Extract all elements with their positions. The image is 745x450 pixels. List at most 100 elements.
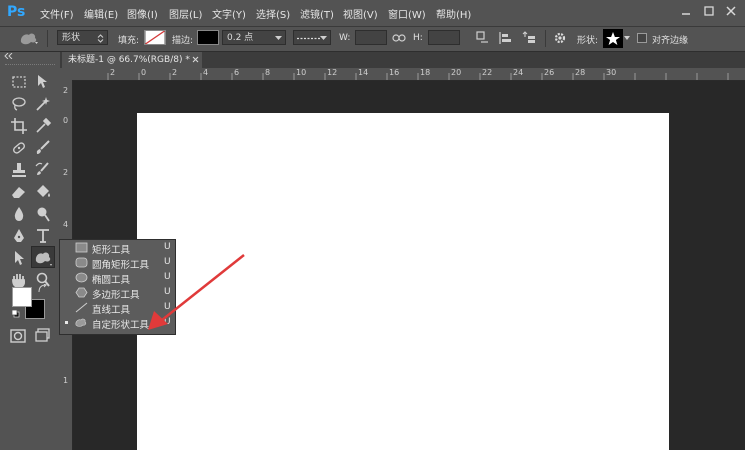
link-icon[interactable] bbox=[392, 32, 406, 44]
polygon-icon bbox=[75, 287, 88, 298]
spot-healing-brush-icon[interactable] bbox=[9, 138, 29, 158]
menu-type[interactable]: 文字(Y) bbox=[212, 6, 246, 21]
custom-shape-tool-preset-icon[interactable] bbox=[18, 30, 40, 47]
ruler-label: 20 bbox=[451, 68, 462, 77]
document-tab[interactable]: 未标题-1 @ 66.7%(RGB/8) * bbox=[62, 52, 202, 68]
ruler-label: 14 bbox=[358, 68, 369, 77]
star-shape-picker[interactable] bbox=[603, 29, 623, 48]
paint-bucket-icon[interactable] bbox=[33, 182, 53, 202]
dashed-line-icon bbox=[297, 37, 321, 40]
menu-image[interactable]: 图像(I) bbox=[127, 6, 158, 21]
stroke-type-select[interactable] bbox=[293, 30, 331, 45]
ellipse-icon bbox=[75, 272, 88, 283]
path-alignment-icon[interactable] bbox=[498, 31, 512, 45]
menu-select[interactable]: 选择(S) bbox=[256, 6, 290, 21]
clone-stamp-icon[interactable] bbox=[9, 160, 29, 180]
ruler-label: 4 bbox=[63, 220, 69, 229]
chevron-down-icon bbox=[275, 36, 282, 40]
selected-indicator bbox=[65, 321, 68, 324]
rectangular-marquee-icon[interactable] bbox=[9, 72, 29, 92]
ruler-label: 16 bbox=[389, 68, 400, 77]
menu-file[interactable]: 文件(F) bbox=[40, 6, 74, 21]
chevron-down-icon[interactable] bbox=[624, 36, 630, 41]
annotation-arrow bbox=[148, 254, 245, 330]
panel-grip bbox=[5, 64, 55, 67]
flyout-item-label: 直线工具 bbox=[92, 305, 131, 316]
move-tool-icon[interactable] bbox=[33, 72, 53, 92]
options-bar: 形状 填充: 描边: 0.2 点 W: H: 形状: 对齐边缘 bbox=[0, 27, 745, 52]
fill-swatch[interactable] bbox=[144, 30, 166, 45]
gear-icon[interactable] bbox=[553, 31, 567, 45]
rectangle-icon bbox=[75, 242, 88, 253]
menu-view[interactable]: 视图(V) bbox=[343, 6, 378, 21]
ruler-label: 12 bbox=[327, 68, 338, 77]
chevron-updown-icon bbox=[97, 34, 104, 43]
stroke-width-field[interactable]: 0.2 点 bbox=[222, 30, 286, 45]
flyout-item-label: 多边形工具 bbox=[92, 290, 140, 301]
stroke-width-value: 0.2 点 bbox=[227, 33, 254, 43]
ruler-label: 24 bbox=[513, 68, 524, 77]
ruler-label: 8 bbox=[265, 68, 271, 77]
ruler-label: 4 bbox=[203, 68, 209, 77]
menu-layer[interactable]: 图层(L) bbox=[169, 6, 202, 21]
ruler-label: 10 bbox=[296, 68, 307, 77]
close-tab-icon[interactable] bbox=[192, 56, 199, 63]
height-label: H: bbox=[413, 33, 423, 43]
lasso-icon[interactable] bbox=[9, 94, 29, 114]
ruler-label: 2 bbox=[172, 68, 178, 77]
screen-mode-icon[interactable] bbox=[33, 326, 53, 346]
close-icon[interactable] bbox=[725, 5, 737, 17]
pen-icon[interactable] bbox=[9, 226, 29, 246]
tool-mode-select[interactable]: 形状 bbox=[57, 30, 108, 45]
custom-shape-icon bbox=[75, 318, 87, 327]
width-label: W: bbox=[339, 33, 351, 43]
ruler-label: 30 bbox=[606, 68, 617, 77]
path-selection-icon[interactable] bbox=[9, 248, 29, 268]
default-colors-icon[interactable] bbox=[11, 309, 20, 318]
path-arrangement-icon[interactable] bbox=[522, 31, 536, 45]
rounded-rectangle-icon bbox=[75, 257, 88, 268]
eyedropper-icon[interactable] bbox=[33, 116, 53, 136]
foreground-color-swatch[interactable] bbox=[12, 287, 32, 307]
magic-wand-icon[interactable] bbox=[33, 94, 53, 114]
stroke-label: 描边: bbox=[172, 36, 194, 46]
height-input[interactable] bbox=[428, 30, 460, 45]
quick-mask-icon[interactable] bbox=[8, 326, 28, 346]
maximize-icon[interactable] bbox=[703, 5, 715, 17]
ruler-label: 2 bbox=[63, 86, 69, 95]
menu-filter[interactable]: 滤镜(T) bbox=[300, 6, 334, 21]
dodge-icon[interactable] bbox=[33, 204, 53, 224]
swap-colors-icon[interactable] bbox=[38, 284, 47, 293]
horizontal-ruler: 2 0 2 4 6 8 10 12 14 16 18 20 22 24 26 2… bbox=[60, 68, 745, 81]
type-icon[interactable] bbox=[33, 226, 53, 246]
stroke-swatch[interactable] bbox=[197, 30, 219, 45]
width-input[interactable] bbox=[355, 30, 387, 45]
ruler-label: 18 bbox=[420, 68, 431, 77]
tools-panel bbox=[0, 52, 61, 450]
ruler-label: 6 bbox=[234, 68, 240, 77]
ruler-label: 28 bbox=[575, 68, 586, 77]
path-operations-icon[interactable] bbox=[476, 31, 490, 45]
history-brush-icon[interactable] bbox=[33, 160, 53, 180]
minimize-icon[interactable] bbox=[680, 5, 692, 17]
chevron-down-icon bbox=[320, 36, 327, 40]
eraser-icon[interactable] bbox=[9, 182, 29, 202]
brush-icon[interactable] bbox=[33, 138, 53, 158]
fill-label: 填充: bbox=[118, 36, 140, 46]
menu-edit[interactable]: 编辑(E) bbox=[84, 6, 118, 21]
document-tab-title: 未标题-1 @ 66.7%(RGB/8) * bbox=[68, 55, 190, 65]
menu-help[interactable]: 帮助(H) bbox=[436, 6, 471, 21]
menu-bar: Ps 文件(F) 编辑(E) 图像(I) 图层(L) 文字(Y) 选择(S) 滤… bbox=[0, 0, 745, 27]
align-edges-label: 对齐边缘 bbox=[652, 36, 689, 46]
custom-shape-tool-icon[interactable] bbox=[33, 248, 53, 268]
tool-mode-value: 形状 bbox=[62, 33, 81, 43]
ruler-label: 0 bbox=[63, 116, 69, 125]
menu-window[interactable]: 窗口(W) bbox=[388, 6, 426, 21]
ruler-ticks bbox=[107, 73, 729, 80]
crop-icon[interactable] bbox=[9, 116, 29, 136]
align-edges-checkbox[interactable] bbox=[637, 33, 647, 43]
line-icon bbox=[75, 302, 88, 313]
ruler-label: 0 bbox=[141, 68, 147, 77]
blur-icon[interactable] bbox=[9, 204, 29, 224]
collapse-panel-icon[interactable] bbox=[4, 53, 14, 59]
